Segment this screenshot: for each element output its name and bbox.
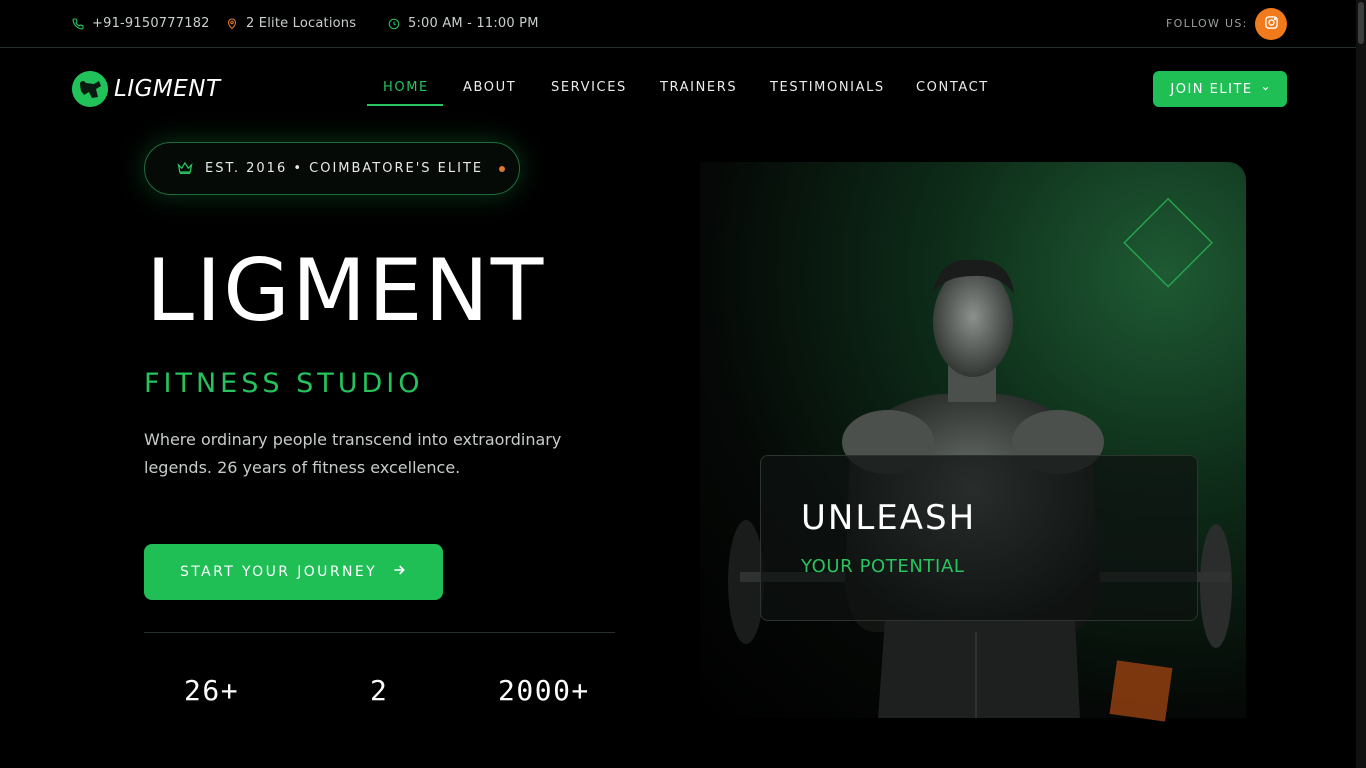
stats-divider [144,632,615,633]
top-info-bar: +91-9150777182 2 Elite Locations 5:00 AM… [0,0,1356,48]
follow-us-label: FOLLOW US: [1166,17,1248,30]
scrollbar-thumb[interactable] [1358,2,1364,44]
unleash-card: UNLEASH YOUR POTENTIAL [760,455,1198,621]
phone-text: +91-9150777182 [92,16,210,31]
stat-locations: 2 [370,674,389,707]
nav-about[interactable]: ABOUT [463,80,516,95]
join-elite-label: JOIN ELITE [1170,81,1253,97]
phone-info[interactable]: +91-9150777182 [72,16,210,31]
decorative-square [1109,660,1173,722]
hero-subtitle: FITNESS STUDIO [144,368,424,399]
stat-years: 26+ [184,674,240,707]
brand-logo[interactable]: LIGMENT [72,71,221,107]
hours-info: 5:00 AM - 11:00 PM [388,16,539,31]
scrollbar[interactable] [1356,0,1366,768]
locations-info[interactable]: 2 Elite Locations [226,16,356,31]
chevron-down-icon [1261,82,1270,97]
unleash-subtitle: YOUR POTENTIAL [801,556,965,577]
hours-text: 5:00 AM - 11:00 PM [408,16,539,31]
hero-description: Where ordinary people transcend into ext… [144,430,562,477]
join-elite-button[interactable]: JOIN ELITE [1153,71,1287,107]
phone-icon [72,17,84,30]
page: +91-9150777182 2 Elite Locations 5:00 AM… [0,0,1366,768]
nav-testimonials[interactable]: TESTIMONIALS [770,80,885,95]
brand-name: LIGMENT [114,76,221,102]
established-badge: EST. 2016 • COIMBATORE'S ELITE [144,142,520,195]
nav-services[interactable]: SERVICES [551,80,627,95]
start-journey-label: START YOUR JOURNEY [179,564,378,580]
athlete-illustration [728,197,1232,718]
nav-active-indicator [367,104,443,106]
nav-contact[interactable]: CONTACT [916,80,989,95]
status-dot [499,165,506,172]
established-text: EST. 2016 • COIMBATORE'S ELITE [205,161,484,176]
location-pin-icon [226,17,238,30]
start-journey-button[interactable]: START YOUR JOURNEY [144,544,443,600]
unleash-title: UNLEASH [801,498,977,538]
nav-trainers[interactable]: TRAINERS [660,80,737,95]
arrow-right-icon [391,562,407,582]
clock-icon [388,18,400,30]
locations-text: 2 Elite Locations [246,16,357,31]
hero-image [700,162,1246,718]
hero-title: LIGMENT [146,241,546,341]
crown-icon [177,159,193,178]
stat-members: 2000+ [498,674,590,707]
instagram-icon [1264,15,1279,34]
instagram-button[interactable] [1255,8,1287,40]
nav-home[interactable]: HOME [383,80,429,95]
dumbbell-logo-icon [72,71,108,107]
